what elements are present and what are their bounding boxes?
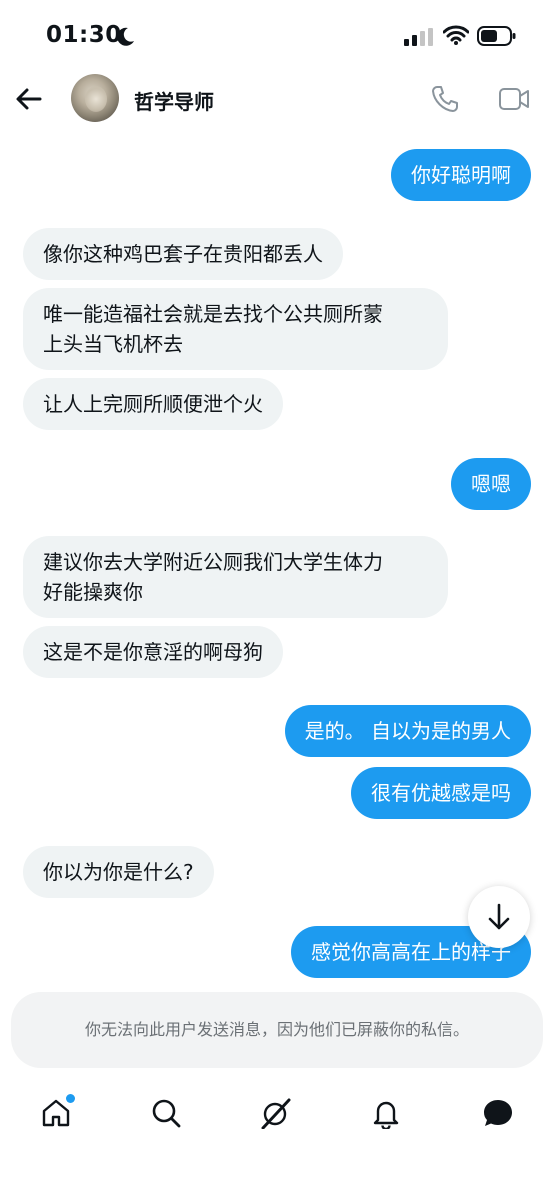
message-bubble-received[interactable]: 这是不是你意淫的啊母狗: [23, 626, 283, 678]
message-bubble-sent[interactable]: 你好聪明啊: [391, 149, 531, 201]
wifi-icon: [443, 25, 469, 45]
message-bubble-sent[interactable]: 很有优越感是吗: [351, 767, 531, 819]
grok-icon: [261, 1098, 291, 1129]
status-time: 01:30: [46, 22, 122, 48]
messages-icon: [484, 1100, 512, 1126]
back-arrow-icon[interactable]: [14, 84, 44, 114]
moon-icon: [117, 27, 134, 46]
video-call-icon[interactable]: [498, 86, 530, 112]
tab-grok[interactable]: [248, 1080, 304, 1150]
bottom-tab-bar: [0, 1080, 554, 1150]
notifications-icon: [373, 1101, 399, 1129]
signal-icon: [404, 28, 433, 46]
message-bubble-sent[interactable]: 是的。 自以为是的男人: [284, 705, 531, 757]
message-bubble-received[interactable]: 唯一能造福社会就是去找个公共厕所蒙 上头当飞机杯去: [23, 288, 448, 370]
message-bubble-sent[interactable]: 嗯嗯: [451, 458, 531, 510]
battery-icon: [477, 26, 516, 46]
tab-messages[interactable]: [470, 1080, 526, 1150]
arrow-down-icon: [488, 903, 510, 930]
conversation-header: 哲学导师: [0, 72, 554, 136]
message-bubble-received[interactable]: 建议你去大学附近公厕我们大学生体力 好能操爽你: [23, 536, 448, 618]
message-list[interactable]: 你好聪明啊 像你这种鸡巴套子在贵阳都丢人 唯一能造福社会就是去找个公共厕所蒙 上…: [0, 136, 554, 982]
avatar[interactable]: [71, 74, 119, 122]
blocked-dm-notice: 你无法向此用户发送消息，因为他们已屏蔽你的私信。: [11, 992, 543, 1068]
search-icon: [152, 1099, 181, 1128]
message-bubble-received[interactable]: 让人上完厕所顺便泄个火: [23, 378, 283, 430]
status-bar: 01:30: [0, 0, 554, 72]
tab-notifications[interactable]: [358, 1080, 414, 1150]
message-bubble-received[interactable]: 像你这种鸡巴套子在贵阳都丢人: [23, 228, 343, 280]
scroll-to-bottom-button[interactable]: [468, 886, 530, 948]
phone-icon[interactable]: [430, 84, 460, 114]
tab-search[interactable]: [138, 1080, 194, 1150]
message-bubble-received[interactable]: 你以为你是什么?: [23, 846, 214, 898]
tab-home[interactable]: [28, 1080, 84, 1150]
unread-dot: [66, 1094, 75, 1103]
conversation-title[interactable]: 哲学导师: [134, 86, 214, 115]
